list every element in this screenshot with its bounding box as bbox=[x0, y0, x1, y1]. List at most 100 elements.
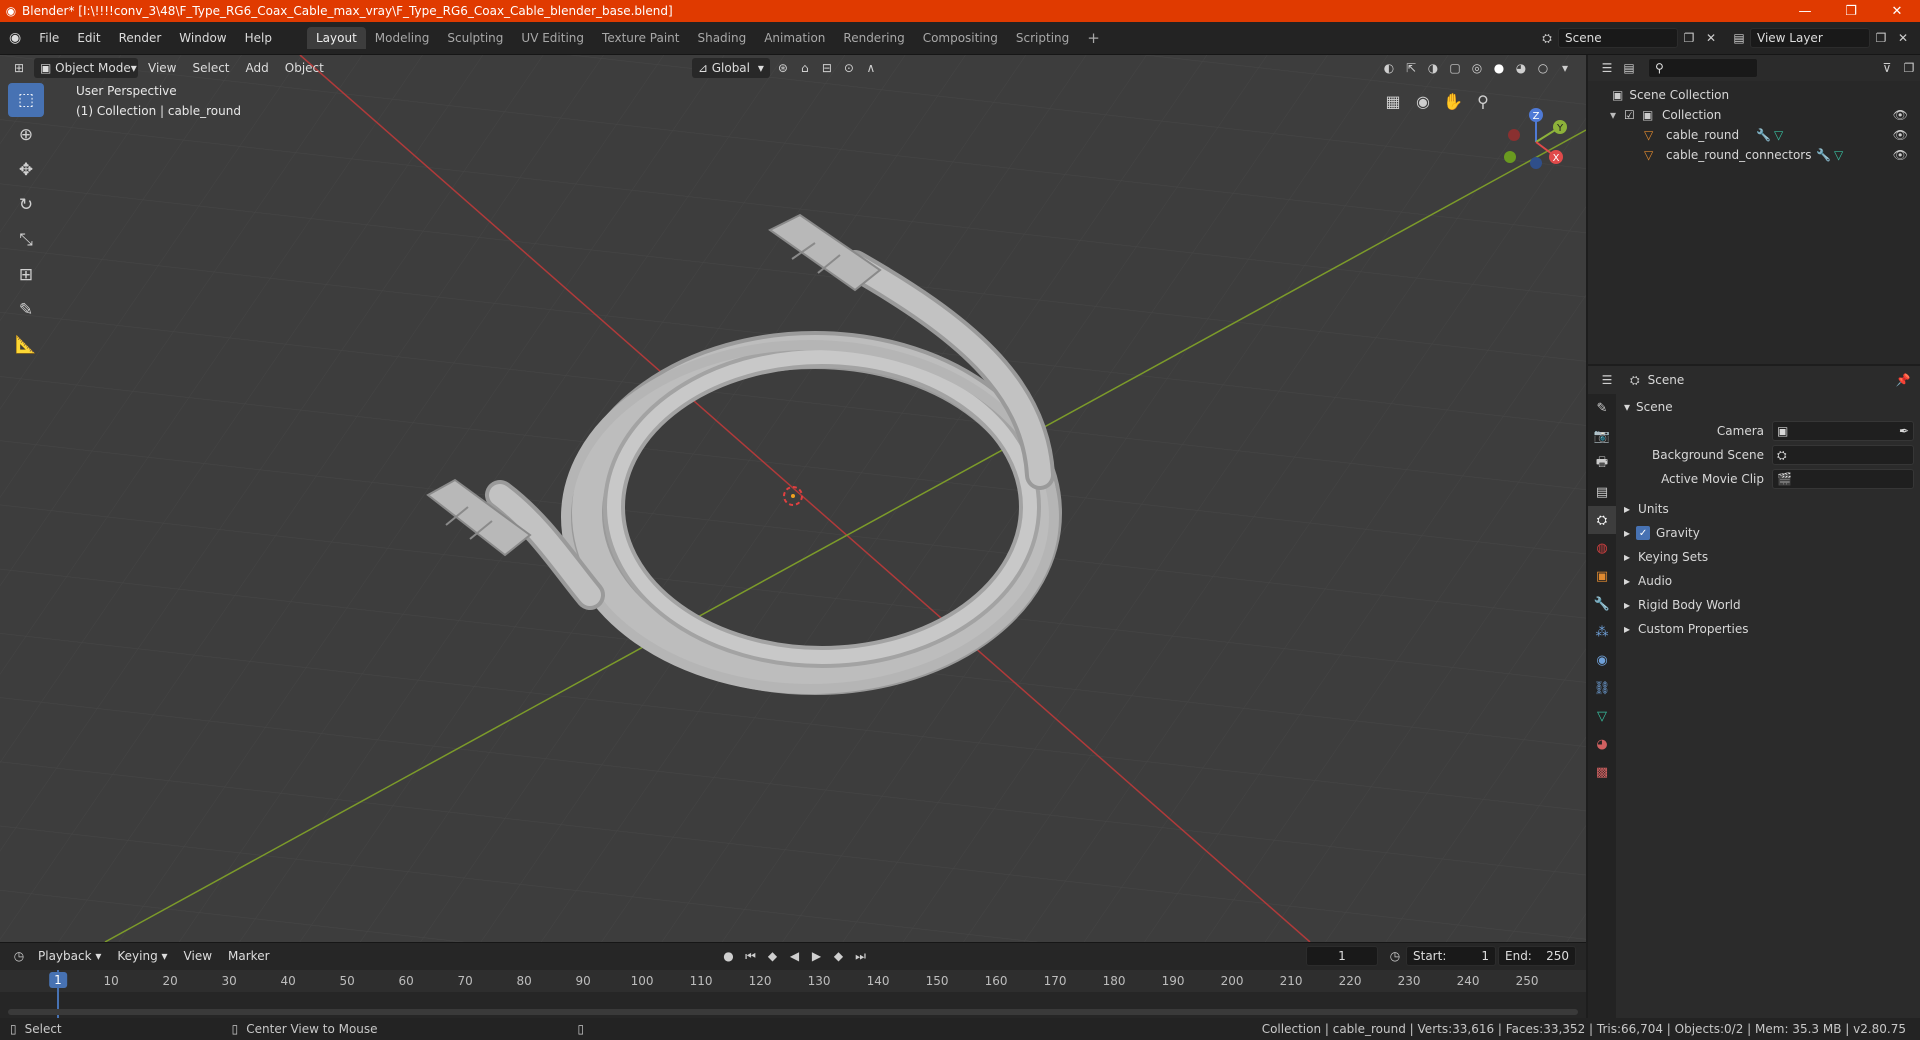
transform-orientation-selector[interactable]: ⊿ Global ▾ bbox=[691, 58, 770, 78]
play-reverse-icon[interactable]: ◀ bbox=[784, 946, 806, 966]
eye-icon[interactable]: 👁 bbox=[1893, 128, 1908, 142]
falloff-icon[interactable]: ∧ bbox=[860, 58, 882, 78]
units-panel-header[interactable]: ▸ Units bbox=[1624, 498, 1914, 520]
display-mode-icon[interactable]: ▤ bbox=[1618, 58, 1640, 78]
xray-icon[interactable]: ▢ bbox=[1444, 58, 1466, 78]
tab-scripting[interactable]: Scripting bbox=[1007, 27, 1078, 49]
timeline-scrollbar[interactable] bbox=[8, 1009, 1578, 1015]
viewport-menu-add[interactable]: Add bbox=[238, 61, 277, 75]
scale-tool-icon[interactable]: ⤡ bbox=[8, 223, 44, 257]
tab-layout[interactable]: Layout bbox=[306, 27, 366, 49]
tab-modeling[interactable]: Modeling bbox=[366, 27, 439, 49]
texture-tab-icon[interactable]: ▩ bbox=[1588, 758, 1616, 786]
mesh-data-icon[interactable]: ▽ bbox=[1774, 128, 1783, 142]
delete-view-layer-icon[interactable]: ✕ bbox=[1892, 28, 1914, 48]
timeline-ruler[interactable]: 1 10 20 30 40 50 60 70 80 90 100 110 120 130 140 150 160… bbox=[0, 970, 1586, 1018]
gravity-panel-header[interactable]: ▸ ✓ Gravity bbox=[1624, 522, 1914, 544]
menu-render[interactable]: Render bbox=[110, 31, 171, 45]
move-tool-icon[interactable]: ✥ bbox=[8, 153, 44, 187]
navigation-gizmo[interactable]: Z Y X bbox=[1494, 97, 1584, 187]
menu-file[interactable]: File bbox=[30, 31, 68, 45]
camera-field[interactable]: ▣ ✒ bbox=[1772, 421, 1914, 441]
annotate-tool-icon[interactable]: ✎ bbox=[8, 293, 44, 327]
world-tab-icon[interactable]: ◍ bbox=[1588, 534, 1616, 562]
modifier-wrench-icon[interactable]: 🔧 bbox=[1816, 148, 1831, 162]
rigid-body-world-panel-header[interactable]: ▸ Rigid Body World bbox=[1624, 594, 1914, 616]
scene-type-icon[interactable]: ⛭ bbox=[1536, 28, 1558, 48]
view-layer-selector[interactable]: View Layer bbox=[1750, 28, 1870, 48]
snap-icon[interactable]: ⌂ bbox=[794, 58, 816, 78]
eye-icon[interactable]: 👁 bbox=[1893, 148, 1908, 162]
outliner-object-row[interactable]: ▽ cable_round 🔧 ▽ 👁 bbox=[1588, 125, 1920, 145]
mesh-data-icon[interactable]: ▽ bbox=[1834, 148, 1843, 162]
mode-selector[interactable]: ▣ Object Mode ▾ bbox=[34, 58, 138, 78]
eye-icon[interactable]: 👁 bbox=[1893, 108, 1908, 122]
minimize-button[interactable]: — bbox=[1782, 4, 1828, 19]
prev-keyframe-icon[interactable]: ◆ bbox=[762, 946, 784, 966]
delete-scene-icon[interactable]: ✕ bbox=[1700, 28, 1722, 48]
physics-tab-icon[interactable]: ◉ bbox=[1588, 646, 1616, 674]
new-collection-icon[interactable]: ❐ bbox=[1898, 58, 1920, 78]
editor-type-icon[interactable]: ⊞ bbox=[8, 58, 30, 78]
viewport-canvas[interactable] bbox=[0, 55, 1586, 942]
timeline-menu-playback[interactable]: Playback ▾ bbox=[30, 949, 109, 963]
menu-edit[interactable]: Edit bbox=[68, 31, 109, 45]
particles-tab-icon[interactable]: ⁂ bbox=[1588, 618, 1616, 646]
transform-tool-icon[interactable]: ⊞ bbox=[8, 258, 44, 292]
tab-texture-paint[interactable]: Texture Paint bbox=[593, 27, 688, 49]
timeline-editor-type-icon[interactable]: ◷ bbox=[8, 946, 30, 966]
maximize-button[interactable]: ❐ bbox=[1828, 4, 1874, 19]
toggle-camera-grid-icon[interactable]: ▦ bbox=[1380, 88, 1406, 114]
visibility-icon[interactable]: ◐ bbox=[1378, 58, 1400, 78]
scene-selector[interactable]: Scene bbox=[1558, 28, 1678, 48]
current-frame-field[interactable]: 1 bbox=[1306, 946, 1378, 966]
add-workspace-icon[interactable]: + bbox=[1078, 25, 1109, 51]
camera-view-icon[interactable]: ◉ bbox=[1410, 88, 1436, 114]
wireframe-shading-icon[interactable]: ◎ bbox=[1466, 58, 1488, 78]
background-scene-field[interactable]: ⛭ bbox=[1772, 445, 1914, 465]
gravity-checkbox[interactable]: ✓ bbox=[1636, 526, 1651, 540]
select-box-tool-icon[interactable]: ⬚ bbox=[8, 83, 44, 117]
scene-panel-header[interactable]: ▾ Scene bbox=[1624, 396, 1914, 418]
pin-icon[interactable]: 📌 bbox=[1892, 370, 1914, 390]
keying-sets-panel-header[interactable]: ▸ Keying Sets bbox=[1624, 546, 1914, 568]
eyedropper-icon[interactable]: ✒ bbox=[1899, 424, 1909, 438]
object-tab-icon[interactable]: ▣ bbox=[1588, 562, 1616, 590]
new-scene-icon[interactable]: ❐ bbox=[1678, 28, 1700, 48]
custom-properties-panel-header[interactable]: ▸ Custom Properties bbox=[1624, 618, 1914, 640]
menu-help[interactable]: Help bbox=[236, 31, 281, 45]
checkbox-icon[interactable]: ☑ bbox=[1624, 108, 1642, 122]
scene-tab-icon[interactable]: ⛭ bbox=[1588, 506, 1616, 534]
tab-animation[interactable]: Animation bbox=[755, 27, 834, 49]
new-view-layer-icon[interactable]: ❐ bbox=[1870, 28, 1892, 48]
view-layer-icon[interactable]: ▤ bbox=[1728, 28, 1750, 48]
start-frame-field[interactable]: Start: 1 bbox=[1406, 946, 1496, 966]
blender-menu-icon[interactable]: ◉ bbox=[0, 30, 30, 46]
gizmo-toggle-icon[interactable]: ⇱ bbox=[1400, 58, 1422, 78]
view-layer-tab-icon[interactable]: ▤ bbox=[1588, 478, 1616, 506]
modifier-wrench-icon[interactable]: 🔧 bbox=[1756, 128, 1771, 142]
timeline-menu-marker[interactable]: Marker bbox=[220, 949, 277, 963]
tool-tab-icon[interactable]: ✎ bbox=[1588, 394, 1616, 422]
cursor-tool-icon[interactable]: ⊕ bbox=[8, 118, 44, 152]
record-icon[interactable]: ● bbox=[718, 946, 740, 966]
measure-tool-icon[interactable]: 📐 bbox=[8, 328, 44, 362]
active-movie-clip-field[interactable]: 🎬 bbox=[1772, 469, 1914, 489]
disclosure-triangle-icon[interactable]: ▾ bbox=[1610, 108, 1624, 122]
snap-target-icon[interactable]: ⊟ bbox=[816, 58, 838, 78]
output-tab-icon[interactable]: 🖶 bbox=[1588, 450, 1616, 478]
pan-hand-icon[interactable]: ✋ bbox=[1440, 88, 1466, 114]
tab-sculpting[interactable]: Sculpting bbox=[438, 27, 512, 49]
play-icon[interactable]: ▶ bbox=[806, 946, 828, 966]
proportional-edit-icon[interactable]: ⊙ bbox=[838, 58, 860, 78]
tab-rendering[interactable]: Rendering bbox=[834, 27, 913, 49]
pivot-point-icon[interactable]: ⊛ bbox=[772, 58, 794, 78]
rotate-tool-icon[interactable]: ↻ bbox=[8, 188, 44, 222]
menu-window[interactable]: Window bbox=[170, 31, 235, 45]
tab-uv-editing[interactable]: UV Editing bbox=[512, 27, 593, 49]
constraints-tab-icon[interactable]: ⛓ bbox=[1588, 674, 1616, 702]
zoom-icon[interactable]: ⚲ bbox=[1470, 88, 1496, 114]
viewport-menu-view[interactable]: View bbox=[140, 61, 184, 75]
viewport-menu-object[interactable]: Object bbox=[277, 61, 332, 75]
close-button[interactable]: ✕ bbox=[1874, 4, 1920, 19]
